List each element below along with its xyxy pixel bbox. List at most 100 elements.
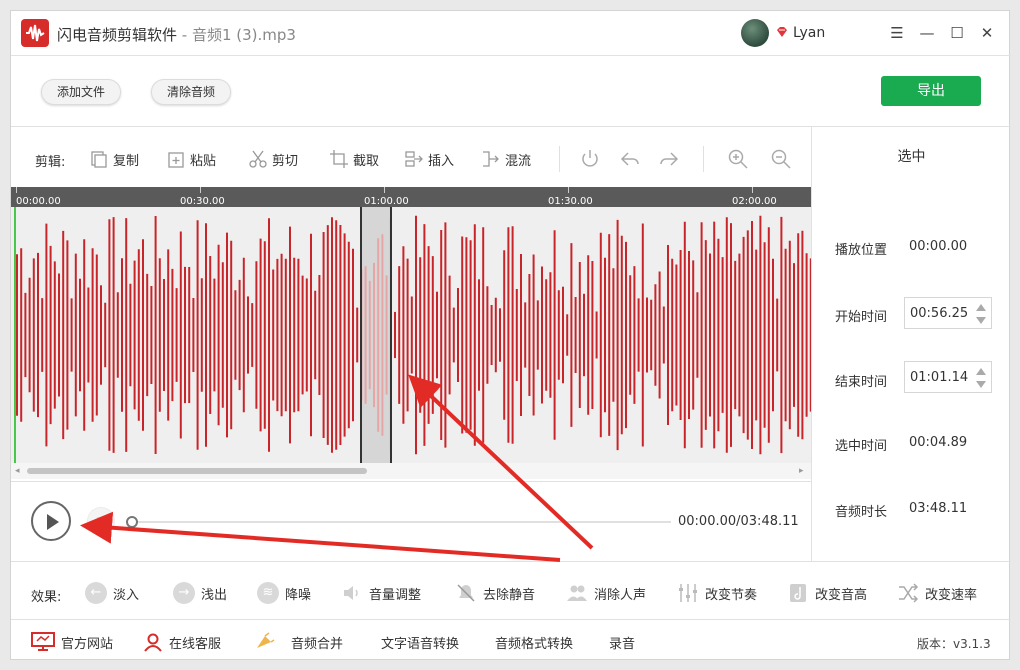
minimize-icon[interactable]: — xyxy=(917,23,937,43)
online-support-link[interactable]: 在线客服 xyxy=(143,632,221,652)
end-time-value[interactable]: 01:01.14 xyxy=(910,370,968,385)
decrement-icon[interactable] xyxy=(976,317,986,324)
crop-button[interactable]: 截取 xyxy=(329,146,379,172)
record-link[interactable]: 录音 xyxy=(609,632,635,652)
tempo-icon xyxy=(679,584,697,602)
denoise-button[interactable]: 降噪 xyxy=(257,582,311,604)
increment-icon[interactable] xyxy=(976,368,986,375)
play-icon[interactable] xyxy=(31,501,71,541)
close-icon[interactable]: ✕ xyxy=(977,23,997,43)
denoise-label: 降噪 xyxy=(285,587,312,603)
start-time-stepper[interactable]: 00:56.25 xyxy=(904,297,992,329)
audio-merge-link[interactable]: 音频合并 xyxy=(253,632,343,652)
paste-icon xyxy=(168,152,184,168)
tool-divider xyxy=(703,146,704,172)
fade-in-button[interactable]: 淡入 xyxy=(85,582,139,604)
add-file-button[interactable]: 添加文件 xyxy=(41,79,121,105)
pitch-icon xyxy=(790,584,806,602)
monitor-icon xyxy=(31,632,55,651)
insert-icon xyxy=(405,151,423,167)
clear-audio-button[interactable]: 清除音频 xyxy=(151,79,231,105)
insert-button[interactable]: 插入 xyxy=(404,146,454,172)
fade-out-icon xyxy=(173,582,195,604)
app-name: 闪电音频剪辑软件 xyxy=(57,26,178,44)
paste-button[interactable]: 粘贴 xyxy=(166,146,216,172)
mix-label: 混流 xyxy=(505,153,532,169)
increment-icon[interactable] xyxy=(976,304,986,311)
change-pitch-button[interactable]: 改变音高 xyxy=(787,582,867,604)
denoise-icon xyxy=(257,582,279,604)
official-website-label: 官方网站 xyxy=(61,636,114,652)
change-speed-button[interactable]: 改变速率 xyxy=(897,582,977,604)
selection-panel-header: 选中 xyxy=(811,127,1011,187)
copy-icon xyxy=(91,151,107,168)
remove-silence-button[interactable]: 去除静音 xyxy=(455,582,535,604)
maximize-icon[interactable]: ☐ xyxy=(947,23,967,43)
waveform xyxy=(14,207,811,463)
redo-icon[interactable] xyxy=(658,148,680,170)
tick-mark xyxy=(384,187,385,193)
export-button[interactable]: 导出 xyxy=(881,76,981,106)
undo-icon[interactable] xyxy=(619,148,641,170)
copy-button[interactable]: 复制 xyxy=(89,146,139,172)
tick-label: 00:00.00 xyxy=(16,196,61,207)
reset-icon[interactable] xyxy=(579,148,601,170)
waveform-view[interactable] xyxy=(11,207,811,463)
copy-label: 复制 xyxy=(113,153,140,169)
tick-mark xyxy=(16,187,17,193)
tick-mark xyxy=(752,187,753,193)
fade-in-label: 淡入 xyxy=(113,587,140,603)
scroll-left-icon[interactable]: ◂ xyxy=(15,466,20,476)
remove-vocals-button[interactable]: 消除人声 xyxy=(566,582,646,604)
start-time-label: 开始时间 xyxy=(835,310,888,325)
effects-label: 效果: xyxy=(31,590,62,605)
audio-duration-value: 03:48.11 xyxy=(909,501,968,516)
change-pitch-label: 改变音高 xyxy=(815,587,868,603)
text-to-speech-link[interactable]: 文字语音转换 xyxy=(381,632,459,652)
official-website-link[interactable]: 官方网站 xyxy=(31,632,113,652)
tick-mark xyxy=(568,187,569,193)
insert-label: 插入 xyxy=(428,153,455,169)
file-name: 音频1 (3).mp3 xyxy=(191,26,296,44)
vocal-remove-icon xyxy=(567,585,587,601)
mute-remove-icon xyxy=(457,584,475,602)
remove-vocals-label: 消除人声 xyxy=(594,587,647,603)
selected-duration-label: 选中时间 xyxy=(835,439,888,454)
playback-knob[interactable] xyxy=(126,516,138,528)
fade-in-icon xyxy=(85,582,107,604)
mix-button[interactable]: 混流 xyxy=(481,146,531,172)
stop-icon[interactable] xyxy=(87,507,115,535)
text-to-speech-label: 文字语音转换 xyxy=(381,636,460,652)
timeline-ruler[interactable] xyxy=(11,187,811,207)
start-time-value[interactable]: 00:56.25 xyxy=(910,306,968,321)
zoom-out-icon[interactable] xyxy=(770,148,792,170)
crop-icon xyxy=(330,150,348,168)
avatar[interactable] xyxy=(741,19,769,47)
crop-label: 截取 xyxy=(353,153,380,169)
menu-icon[interactable]: ☰ xyxy=(887,23,907,43)
change-tempo-button[interactable]: 改变节奏 xyxy=(677,582,757,604)
end-time-stepper[interactable]: 01:01.14 xyxy=(904,361,992,393)
online-support-label: 在线客服 xyxy=(169,636,222,652)
username[interactable]: Lyan xyxy=(793,25,825,41)
version-label: 版本：v3.1.3 xyxy=(917,637,991,651)
title-bar: 闪电音频剪辑软件 - 音频1 (3).mp3 Lyan ☰ — ☐ ✕ xyxy=(11,11,1011,56)
format-convert-label: 音频格式转换 xyxy=(495,636,574,652)
playback-progress[interactable] xyxy=(131,521,671,523)
format-convert-link[interactable]: 音频格式转换 xyxy=(495,632,573,652)
cut-button[interactable]: 剪切 xyxy=(248,146,298,172)
mix-icon xyxy=(483,151,499,167)
zoom-in-icon[interactable] xyxy=(727,148,749,170)
change-speed-label: 改变速率 xyxy=(925,587,978,603)
decrement-icon[interactable] xyxy=(976,381,986,388)
volume-button[interactable]: 音量调整 xyxy=(341,582,421,604)
tick-label: 01:00.00 xyxy=(364,196,409,207)
scroll-thumb[interactable] xyxy=(27,468,367,474)
fade-out-button[interactable]: 浅出 xyxy=(173,582,227,604)
waveform-scrollbar[interactable]: ◂ ▸ xyxy=(11,463,811,479)
scroll-right-icon[interactable]: ▸ xyxy=(799,466,804,476)
record-label: 录音 xyxy=(609,636,636,652)
end-time-label: 结束时间 xyxy=(835,375,888,390)
tool-divider xyxy=(559,146,560,172)
tick-label: 01:30.00 xyxy=(548,196,593,207)
